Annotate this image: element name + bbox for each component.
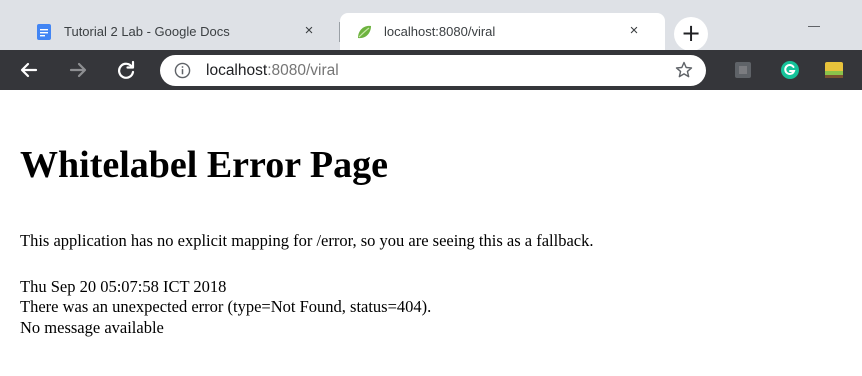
tab-localhost[interactable]: localhost:8080/viral × (340, 13, 665, 50)
tab-title: localhost:8080/viral (384, 24, 496, 39)
error-description: There was an unexpected error (type=Not … (20, 297, 432, 316)
browser-toolbar: localhost:8080/viral (0, 50, 862, 90)
extension-icon[interactable] (733, 60, 753, 80)
tab-google-docs[interactable]: Tutorial 2 Lab - Google Docs × (20, 13, 340, 50)
page-title: Whitelabel Error Page (20, 144, 388, 186)
info-icon[interactable] (174, 62, 191, 79)
forward-arrow-icon[interactable] (66, 58, 90, 82)
page-content: Whitelabel Error Page This application h… (0, 90, 862, 376)
tab-title: Tutorial 2 Lab - Google Docs (64, 24, 230, 39)
google-docs-icon (37, 24, 51, 40)
error-timestamp: Thu Sep 20 05:07:58 ICT 2018 (20, 277, 227, 296)
reload-icon[interactable] (114, 58, 138, 82)
url-host: localhost (206, 62, 268, 79)
grammarly-icon[interactable] (780, 60, 800, 80)
close-tab-button[interactable]: × (300, 22, 318, 40)
minimize-button[interactable] (808, 26, 820, 27)
new-tab-button[interactable]: + (674, 17, 708, 51)
spring-leaf-icon (358, 25, 371, 39)
address-bar[interactable]: localhost:8080/viral (160, 55, 706, 86)
close-tab-button[interactable]: × (625, 22, 643, 40)
back-arrow-icon[interactable] (17, 58, 41, 82)
bookmark-star-icon[interactable] (674, 60, 694, 80)
error-detail: No message available (20, 318, 164, 337)
tab-strip: Tutorial 2 Lab - Google Docs × localhost… (0, 0, 862, 51)
url-text[interactable]: localhost:8080/viral (206, 55, 339, 86)
landscape-extension-icon[interactable] (824, 60, 844, 80)
url-path: :8080/viral (267, 62, 339, 79)
fallback-message: This application has no explicit mapping… (20, 231, 594, 250)
